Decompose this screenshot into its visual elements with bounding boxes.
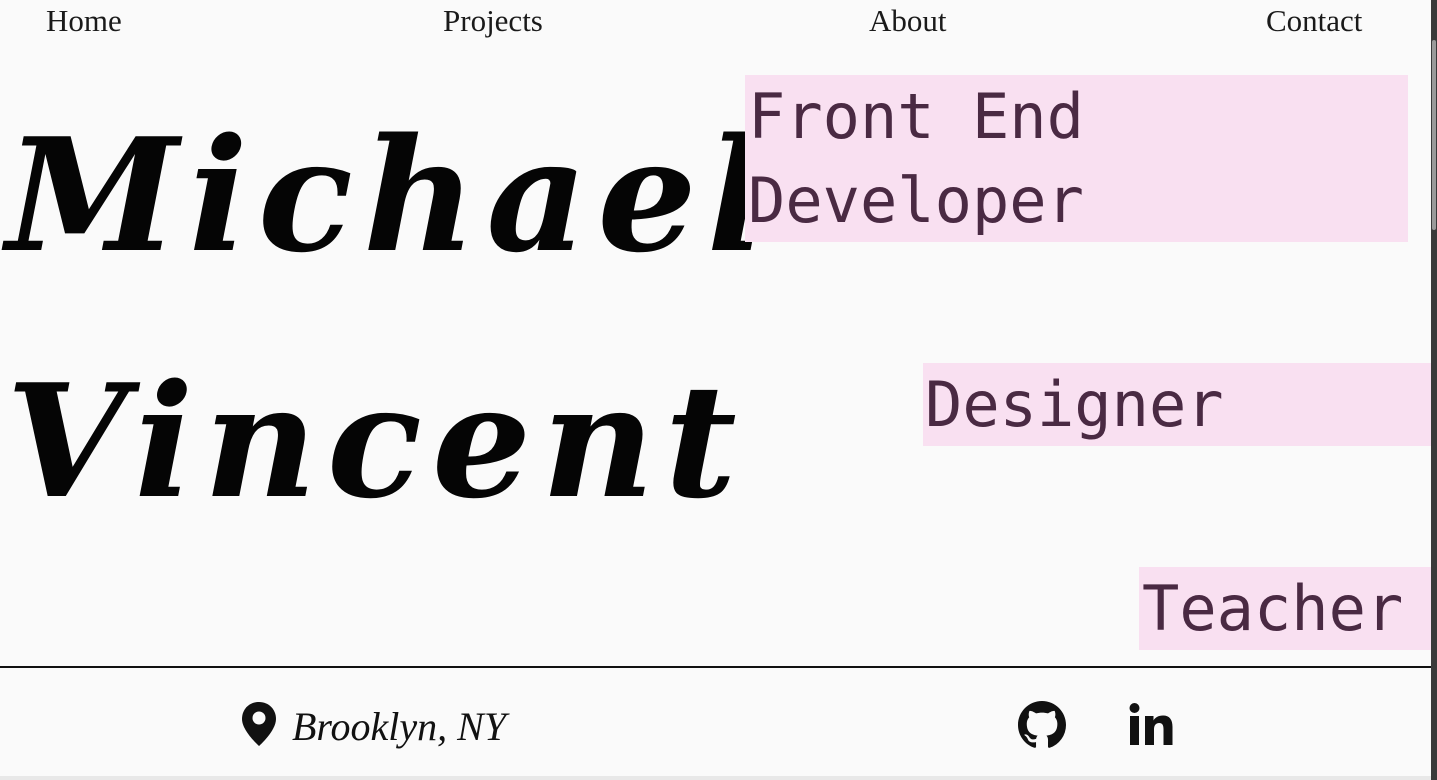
scrollbar-thumb[interactable]	[1432, 40, 1436, 230]
top-nav: Home Projects About Contact	[0, 0, 1431, 44]
footer-bottom-edge	[0, 776, 1431, 780]
page: Home Projects About Contact Michael Vinc…	[0, 0, 1431, 780]
nav-link-about[interactable]: About	[869, 3, 947, 39]
map-pin-icon	[240, 700, 278, 752]
role-designer: Designer	[923, 363, 1431, 446]
scrollbar[interactable]	[1431, 0, 1437, 780]
nav-link-contact[interactable]: Contact	[1266, 3, 1362, 39]
nav-link-projects[interactable]: Projects	[443, 3, 543, 39]
nav-link-home[interactable]: Home	[46, 3, 122, 39]
hero-first-name: Michael	[6, 104, 776, 287]
footer-divider	[0, 666, 1431, 668]
role-front-end-developer: Front End Developer	[745, 75, 1408, 242]
role-teacher: Teacher	[1139, 567, 1431, 650]
hero-last-name: Vincent	[6, 350, 747, 533]
location-text: Brooklyn, NY	[292, 703, 507, 749]
location: Brooklyn, NY	[240, 700, 506, 752]
github-icon[interactable]	[1018, 701, 1066, 753]
linkedin-icon[interactable]	[1128, 702, 1174, 750]
